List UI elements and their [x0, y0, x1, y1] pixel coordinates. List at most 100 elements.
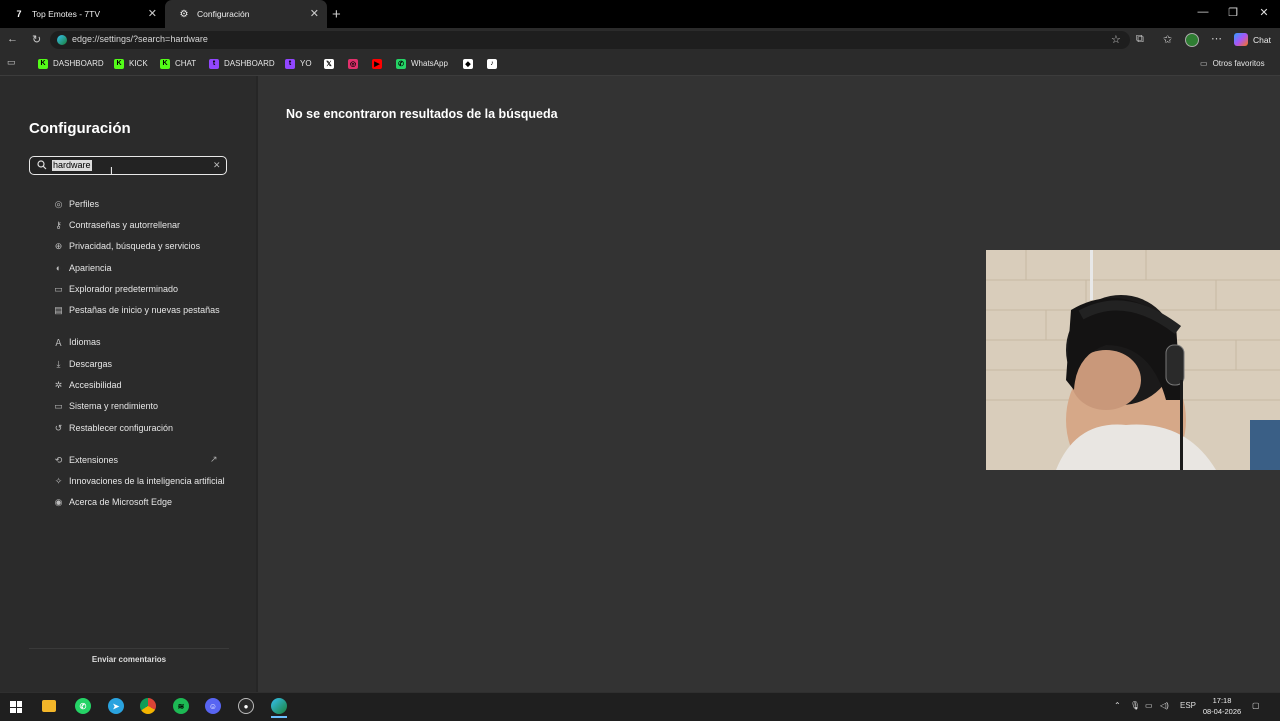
bookmark-dashboard[interactable]: t DASHBOARD — [209, 57, 275, 70]
file-explorer-icon[interactable] — [42, 700, 56, 712]
new-tab-button[interactable]: + — [332, 6, 341, 23]
sidebar-item-edge[interactable]: ◉ Acerca de Microsoft Edge — [53, 493, 173, 511]
whatsapp-icon: ✆ — [396, 58, 406, 69]
sidebar-item-laptop[interactable]: ▭ Sistema y rendimiento — [53, 397, 158, 415]
sidebar-item-browser[interactable]: ▭ Explorador predeterminado — [53, 280, 178, 298]
chat-label[interactable]: Chat — [1253, 35, 1271, 45]
close-tab-icon[interactable]: ✕ — [310, 7, 319, 20]
no-results-message: No se encontraron resultados de la búsqu… — [286, 107, 558, 121]
x-icon: 𝕏 — [324, 58, 334, 69]
sidebar-item-ai[interactable]: ✧ Innovaciones de la inteligencia artific… — [53, 472, 225, 490]
bookmark-kick[interactable]: K KICK — [114, 57, 148, 70]
sidebar-item-key[interactable]: ⚷ Contraseñas y autorrellenar — [53, 216, 180, 234]
sidebar-item-label: Apariencia — [69, 263, 112, 273]
sidebar-item-language[interactable]: Ａ Idiomas — [53, 333, 101, 351]
tab-actions-icon[interactable]: ▭ — [7, 57, 16, 68]
bookmark-label: DASHBOARD — [224, 59, 275, 68]
sidebar-item-accessibility[interactable]: ✲ Accesibilidad — [53, 376, 122, 394]
bookmark-label: KICK — [129, 59, 148, 68]
bookmark-dashboard[interactable]: K DASHBOARD — [38, 57, 104, 70]
windows-start-icon[interactable] — [10, 701, 22, 713]
search-value[interactable]: hardware — [52, 160, 92, 171]
profile-icon: ◎ — [54, 198, 63, 209]
avatar[interactable] — [1185, 33, 1199, 47]
chrome-icon[interactable] — [140, 698, 156, 714]
send-feedback-button[interactable]: Enviar comentarios — [29, 648, 229, 669]
bookmark-x[interactable]: 𝕏 — [324, 57, 339, 70]
bookmark-label: CHAT — [175, 59, 197, 68]
chevron-up-icon[interactable]: ⌃ — [1114, 701, 1121, 710]
volume-icon[interactable]: ◁) — [1160, 701, 1169, 710]
clock[interactable]: 17:18 08-04-2026 — [1200, 695, 1244, 717]
minimize-button[interactable]: — — [1193, 6, 1213, 18]
notifications-icon[interactable]: ▢ — [1252, 701, 1260, 710]
sidebar-item-label: Acerca de Microsoft Edge — [69, 497, 173, 507]
bookmark-label: WhatsApp — [411, 59, 448, 68]
clock-date: 08-04-2026 — [1202, 707, 1242, 716]
kick-icon: K — [38, 58, 48, 69]
telegram-icon[interactable]: ➤ — [108, 698, 124, 714]
tab-configuracion[interactable]: ⚙ Configuración ✕ — [165, 0, 327, 28]
obs-icon[interactable]: ● — [238, 698, 254, 714]
spotify-icon[interactable]: ≋ — [173, 698, 189, 714]
close-tab-icon[interactable]: ✕ — [148, 7, 157, 20]
more-icon[interactable]: ⋯ — [1211, 32, 1222, 45]
bookmark-diamond[interactable]: ◆ — [463, 57, 478, 70]
bookmark-youtube[interactable]: ▶ — [372, 57, 387, 70]
palette-icon: ◐ — [55, 263, 62, 273]
tab-label: Configuración — [197, 9, 250, 19]
star-icon[interactable]: ☆ — [1111, 33, 1121, 46]
whatsapp-icon[interactable]: ✆ — [75, 698, 91, 714]
taskbar — [0, 692, 1280, 721]
tiktok-icon: ♪ — [487, 58, 497, 69]
clear-search-icon[interactable]: ✕ — [213, 160, 221, 171]
bookmark-instagram[interactable]: ◎ — [348, 57, 363, 70]
close-window-button[interactable]: ✕ — [1254, 6, 1274, 19]
sidebar-item-label: Explorador predeterminado — [69, 284, 179, 294]
sidebar-item-puzzle[interactable]: ⟲ Extensiones — [53, 451, 118, 469]
other-favorites[interactable]: ▭ Otros favoritos — [1200, 57, 1265, 70]
sidebar-item-tabs[interactable]: ▤ Pestañas de inicio y nuevas pestañas — [53, 301, 220, 319]
favorites-icon[interactable]: ✩ — [1163, 33, 1172, 46]
diamond-icon: ◆ — [463, 58, 473, 69]
language-icon: Ａ — [53, 337, 63, 348]
bookmark-whatsapp[interactable]: ✆ WhatsApp — [396, 57, 448, 70]
sidebar-item-label: Contraseñas y autorrellenar — [69, 220, 181, 230]
bookmark-chat[interactable]: K CHAT — [160, 57, 196, 70]
bookmark-yo[interactable]: t YO — [285, 57, 312, 70]
address-url[interactable]: edge://settings/?search=hardware — [72, 34, 208, 44]
clock-time: 17:18 — [1212, 696, 1232, 705]
sidebar-item-profile[interactable]: ◎ Perfiles — [53, 195, 99, 213]
refresh-icon[interactable]: ↻ — [32, 33, 41, 46]
bookmark-label: YO — [300, 59, 312, 68]
tab-7tv[interactable]: 7 Top Emotes - 7TV ✕ — [0, 0, 165, 28]
sidebar-item-label: Extensiones — [69, 455, 119, 465]
7tv-logo-icon: 7 — [16, 9, 22, 19]
sidebar-item-reset[interactable]: ↺ Restablecer configuración — [53, 419, 173, 437]
sidebar-item-lock[interactable]: ⊕ Privacidad, búsqueda y servicios — [53, 237, 200, 255]
edge-taskbar-icon[interactable] — [271, 698, 287, 714]
bookmark-tiktok[interactable]: ♪ — [487, 57, 502, 70]
network-icon[interactable]: ▭ — [1145, 701, 1153, 710]
accessibility-icon: ✲ — [54, 379, 63, 390]
sidebar-item-palette[interactable]: ◐ Apariencia — [53, 259, 112, 277]
sidebar-item-download[interactable]: ⤓ Descargas — [53, 355, 113, 373]
twitch-icon: t — [209, 58, 219, 69]
address-bar[interactable] — [50, 31, 1130, 49]
laptop-icon: ▭ — [54, 400, 63, 411]
sidebar-item-label: Pestañas de inicio y nuevas pestañas — [69, 305, 220, 315]
sidebar-item-label: Innovaciones de la inteligencia artifici… — [69, 476, 225, 486]
folder-icon: ▭ — [1200, 59, 1208, 68]
extensions-icon[interactable]: ⧉ — [1136, 33, 1144, 46]
copilot-icon[interactable] — [1234, 33, 1248, 46]
microphone-icon[interactable]: 🎙 — [1130, 701, 1140, 710]
back-icon[interactable]: ← — [7, 33, 18, 45]
maximize-button[interactable]: ❐ — [1223, 6, 1243, 19]
reset-icon: ↺ — [54, 422, 63, 433]
language-indicator[interactable]: ESP — [1180, 701, 1196, 710]
kick-icon: K — [114, 58, 124, 69]
twitch-icon: t — [285, 58, 295, 69]
text-cursor-icon: I — [110, 166, 113, 177]
discord-icon[interactable]: ☺ — [205, 698, 221, 714]
external-link-icon[interactable]: ↗ — [210, 454, 218, 465]
